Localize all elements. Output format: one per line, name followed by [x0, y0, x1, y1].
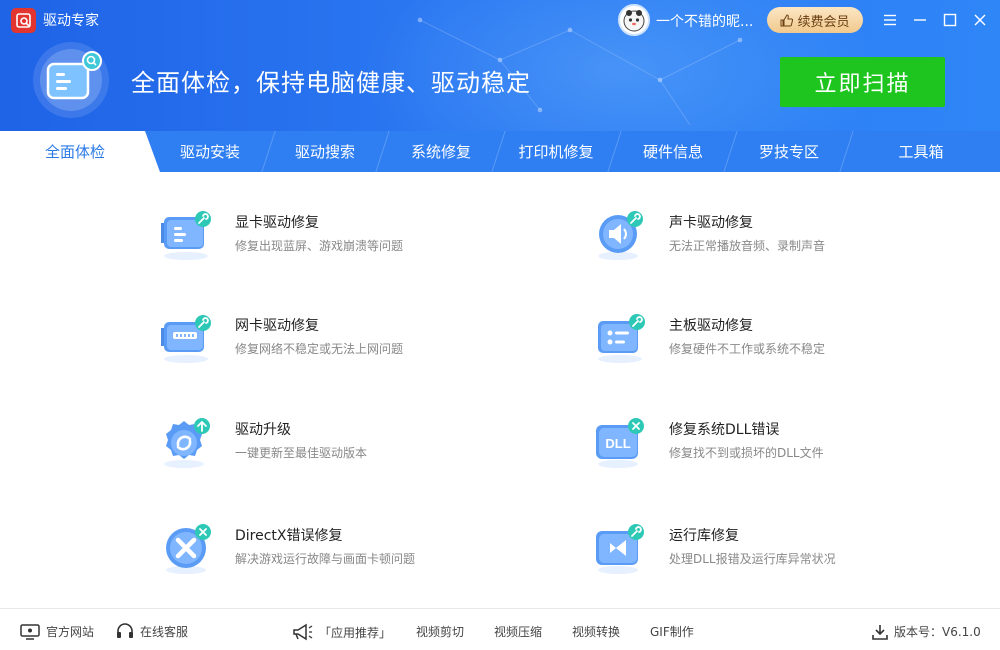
network-repair-icon: [161, 315, 211, 363]
item-title: DirectX错误修复: [235, 528, 343, 544]
header-banner: 驱动专家 一个不错的昵... 续费会员 全面体检，保持电脑健康、驱动稳定 立即扫…: [0, 0, 1000, 131]
online-support-label: 在线客服: [140, 625, 189, 639]
app-logo-icon: [11, 8, 36, 33]
motherboard-repair-icon: [598, 314, 645, 363]
gpu-repair-icon: [161, 211, 211, 260]
username[interactable]: 一个不错的昵...: [656, 11, 756, 31]
user-avatar[interactable]: [618, 4, 650, 36]
runtime-repair-icon: [596, 524, 644, 574]
item-desc: 处理DLL报错及运行库异常状况: [669, 552, 836, 566]
footer-bar: 官方网站 在线客服 「应用推荐」 视频剪切 视频压缩 视频转换 GIF制作 版本…: [0, 608, 1000, 650]
item-title: 运行库修复: [669, 528, 739, 544]
dll-repair-item[interactable]: DLL 修复系统DLL错误 修复找不到或损坏的DLL文件: [594, 415, 954, 485]
item-title: 声卡驱动修复: [669, 215, 753, 231]
directx-repair-icon: [166, 524, 211, 574]
video-cut-link[interactable]: 视频剪切: [416, 623, 464, 640]
video-compress-link[interactable]: 视频压缩: [494, 623, 542, 640]
item-desc: 修复出现蓝屏、游戏崩溃等问题: [235, 239, 404, 253]
item-title: 显卡驱动修复: [235, 215, 319, 231]
monitor-icon: [20, 623, 40, 640]
nav-tabs: 全面体检 驱动安装 驱动搜索 系统修复 打印机修复 硬件信息 罗技专区 工具箱: [0, 131, 1000, 172]
motherboard-driver-repair-item[interactable]: 主板驱动修复 修复硬件不工作或系统不稳定: [594, 311, 954, 381]
tab-hardware-info[interactable]: 硬件信息: [617, 131, 729, 172]
driver-upgrade-icon: [164, 418, 210, 468]
directx-repair-item[interactable]: DirectX错误修复 解决游戏运行故障与画面卡顿问题: [160, 521, 520, 591]
svg-text:DLL: DLL: [605, 436, 630, 451]
close-icon[interactable]: [970, 10, 990, 30]
tab-printer-repair[interactable]: 打印机修复: [500, 131, 612, 172]
thumb-up-icon: [780, 13, 794, 26]
audio-repair-icon: [598, 211, 643, 260]
official-website-link[interactable]: 官方网站: [20, 623, 94, 640]
driver-upgrade-item[interactable]: 驱动升级 一键更新至最佳驱动版本: [160, 415, 520, 485]
item-desc: 修复硬件不工作或系统不稳定: [669, 342, 826, 356]
runtime-repair-item[interactable]: 运行库修复 处理DLL报错及运行库异常状况: [594, 521, 954, 591]
renew-label: 续费会员: [797, 14, 850, 30]
minimize-icon[interactable]: [910, 10, 930, 30]
megaphone-icon: [293, 623, 313, 641]
menu-icon[interactable]: [880, 10, 900, 30]
tab-driver-install[interactable]: 驱动安装: [155, 131, 265, 172]
dll-repair-icon: DLL: [596, 418, 644, 468]
online-support-link[interactable]: 在线客服: [116, 623, 188, 640]
tab-logitech-zone[interactable]: 罗技专区: [733, 131, 845, 172]
app-recommend-label: 「应用推荐」: [319, 625, 392, 640]
headset-icon: [117, 623, 133, 638]
item-desc: 解决游戏运行故障与画面卡顿问题: [235, 552, 416, 566]
gif-maker-link[interactable]: GIF制作: [650, 623, 694, 640]
app-recommend-link[interactable]: 「应用推荐」: [291, 623, 391, 641]
item-title: 驱动升级: [235, 422, 291, 438]
item-title: 修复系统DLL错误: [669, 422, 780, 438]
health-check-logo-icon: [31, 40, 111, 120]
video-convert-link[interactable]: 视频转换: [572, 623, 620, 640]
download-icon: [872, 624, 888, 640]
item-desc: 修复网络不稳定或无法上网问题: [235, 342, 404, 356]
item-desc: 无法正常播放音频、录制声音: [669, 239, 826, 253]
tab-full-check[interactable]: 全面体检: [0, 131, 150, 172]
app-title: 驱动专家: [43, 13, 99, 29]
audio-driver-repair-item[interactable]: 声卡驱动修复 无法正常播放音频、录制声音: [594, 208, 954, 278]
scan-now-button[interactable]: 立即扫描: [780, 57, 945, 107]
maximize-icon[interactable]: [940, 10, 960, 30]
item-title: 网卡驱动修复: [235, 318, 319, 334]
tab-driver-search[interactable]: 驱动搜索: [270, 131, 380, 172]
version-label: 版本号：V6.1.0: [894, 625, 981, 639]
tab-system-repair[interactable]: 系统修复: [385, 131, 497, 172]
version-info[interactable]: 版本号：V6.1.0: [872, 623, 981, 640]
official-website-label: 官方网站: [46, 625, 95, 639]
hero-tagline: 全面体检，保持电脑健康、驱动稳定: [131, 69, 531, 97]
renew-membership-button[interactable]: 续费会员: [767, 7, 863, 33]
item-desc: 修复找不到或损坏的DLL文件: [669, 446, 824, 460]
tab-toolbox[interactable]: 工具箱: [848, 131, 994, 172]
gpu-driver-repair-item[interactable]: 显卡驱动修复 修复出现蓝屏、游戏崩溃等问题: [160, 208, 520, 278]
item-desc: 一键更新至最佳驱动版本: [235, 446, 368, 460]
network-driver-repair-item[interactable]: 网卡驱动修复 修复网络不稳定或无法上网问题: [160, 311, 520, 381]
item-title: 主板驱动修复: [669, 318, 753, 334]
